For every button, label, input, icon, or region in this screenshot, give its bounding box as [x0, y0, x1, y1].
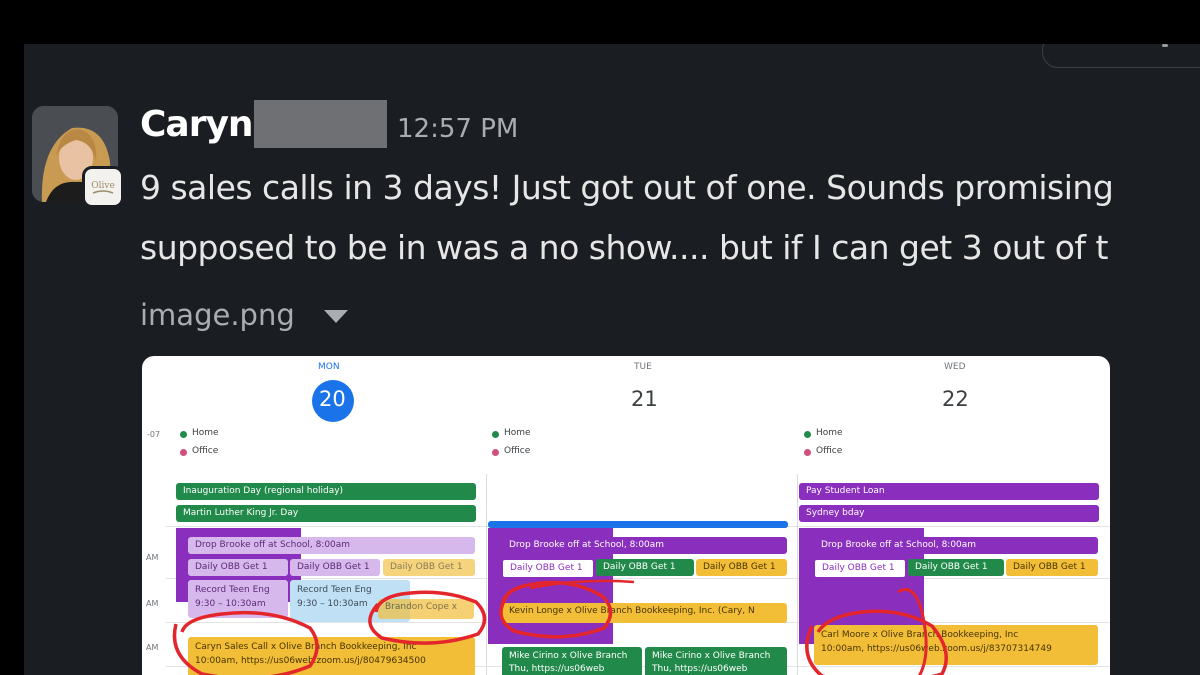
message-timestamp[interactable]: 12:57 PM	[397, 114, 518, 144]
sender-name[interactable]: Caryn	[140, 104, 254, 145]
caret-down-icon[interactable]	[324, 310, 348, 323]
message-pane: Olive Caryn 12:57 PM 9 sales calls in 3 …	[24, 44, 1200, 675]
attached-image[interactable]: MON 20 TUE 21 WED 22 -07 Home Office Hom…	[142, 356, 1110, 675]
message-line-1: 9 sales calls in 3 days! Just got out of…	[140, 168, 1114, 207]
annotation-circles	[172, 579, 948, 675]
message-line-2: supposed to be in was a no show.... but …	[140, 228, 1108, 267]
more-icon[interactable]	[1162, 44, 1168, 47]
org-badge-icon: Olive	[82, 166, 124, 208]
redacted-surname	[254, 100, 387, 148]
svg-text:Olive: Olive	[91, 181, 115, 191]
message-actions-button[interactable]	[1042, 44, 1200, 68]
attachment-filename[interactable]: image.png	[140, 298, 295, 332]
